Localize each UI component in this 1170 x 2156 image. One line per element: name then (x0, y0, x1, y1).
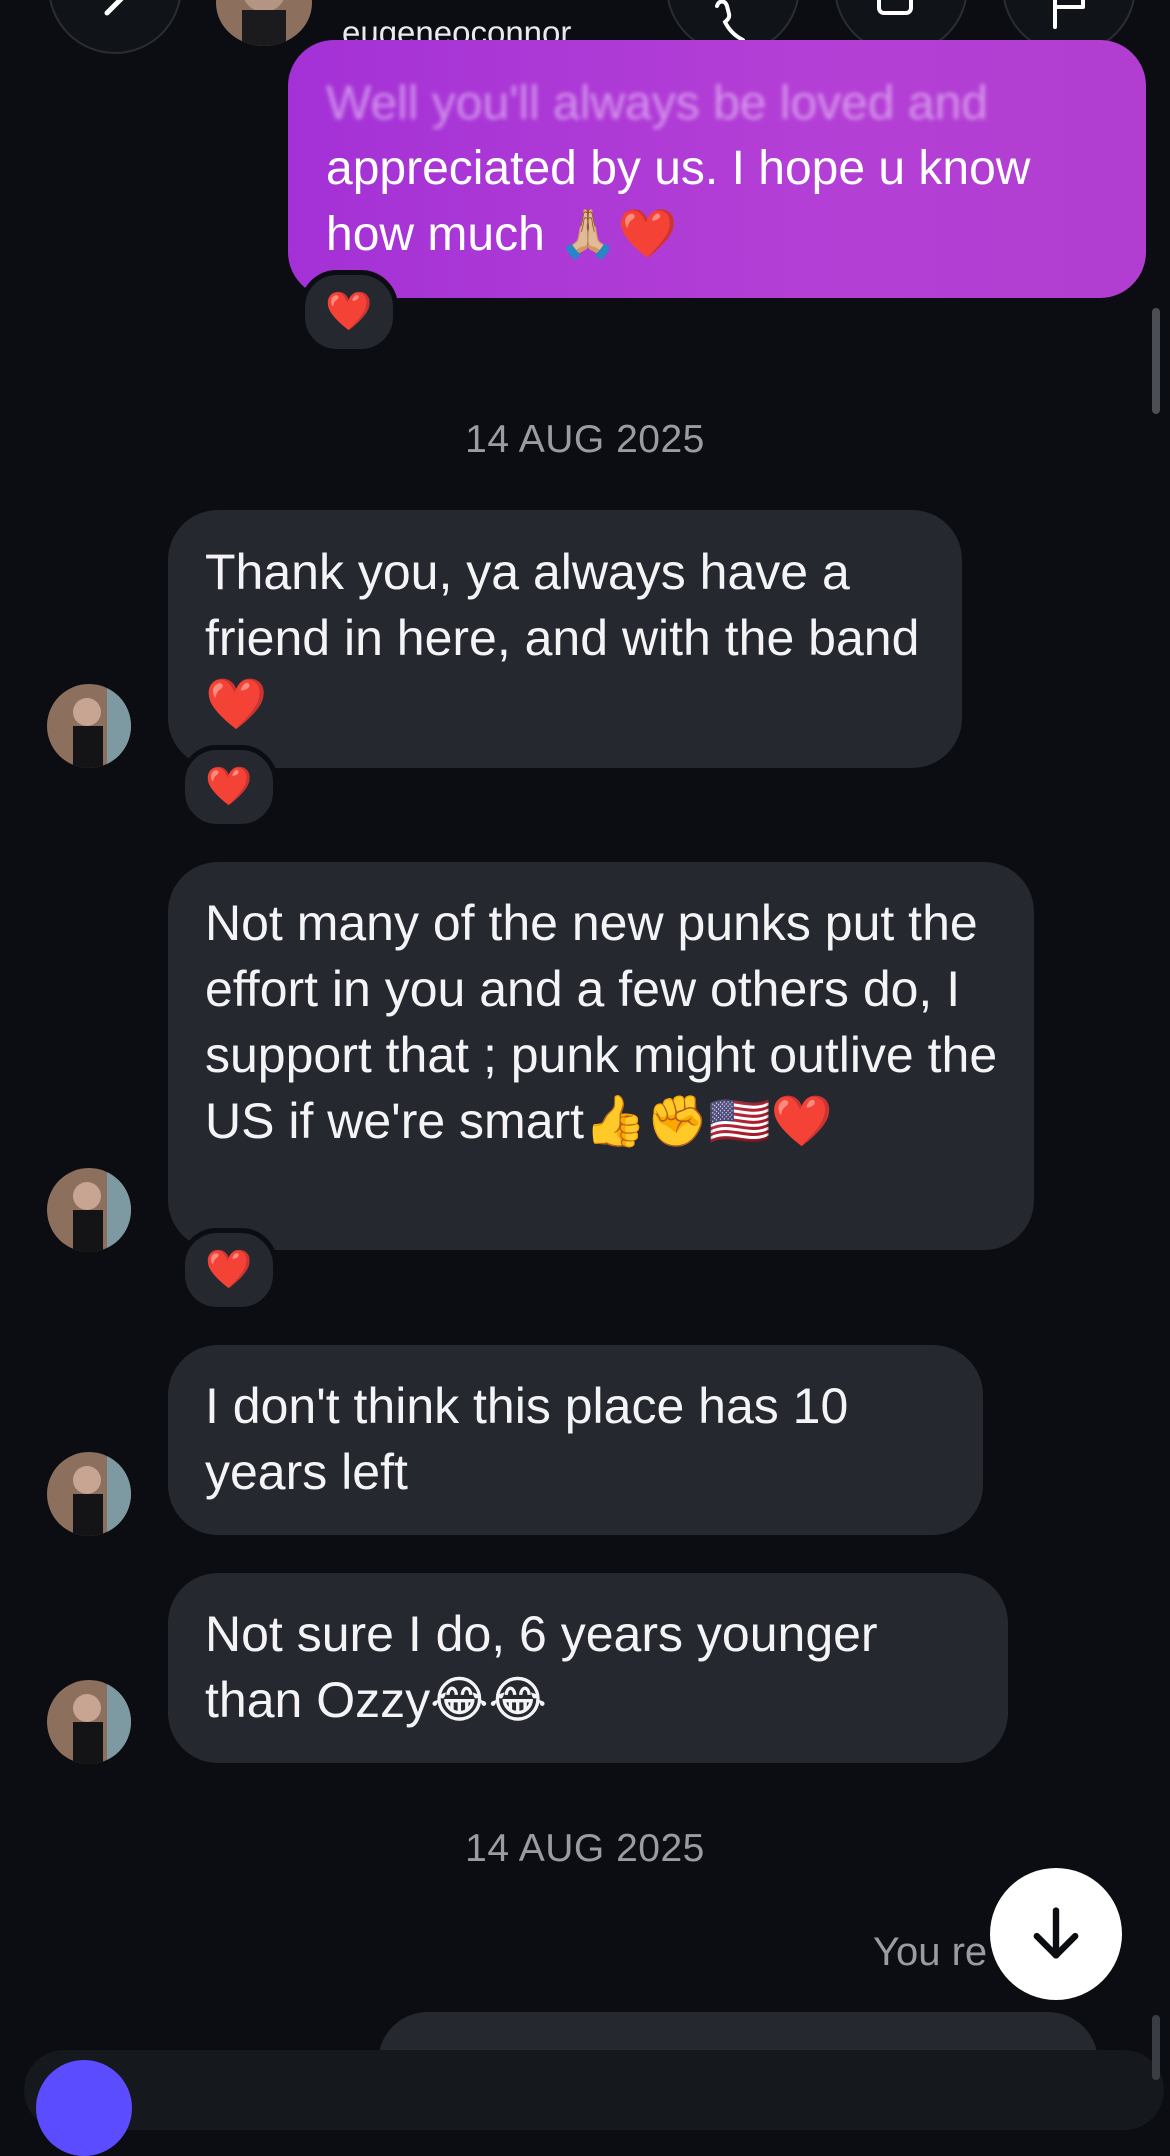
sender-avatar[interactable] (47, 684, 131, 768)
chevron-left-icon (104, 0, 124, 16)
outgoing-message-bubble[interactable]: Well you'll always be loved and apprecia… (288, 40, 1146, 298)
sender-avatar[interactable] (47, 1452, 131, 1536)
outgoing-message-text: appreciated by us. I hope u know how muc… (326, 142, 1031, 261)
incoming-message-text: Not sure I do, 6 years younger than Ozzy… (205, 1606, 878, 1728)
date-separator: 14 AUG 2025 (465, 1827, 705, 1870)
scroll-to-bottom-button[interactable] (990, 1868, 1122, 2000)
heart-reaction: ❤️ (205, 1249, 253, 1291)
date-separator: 14 AUG 2025 (465, 418, 705, 461)
sender-avatar[interactable] (47, 1680, 131, 1764)
outgoing-message-faded-line: Well you'll always be loved and (326, 77, 988, 130)
incoming-message-bubble[interactable]: I don't think this place has 10 years le… (168, 1345, 983, 1535)
heart-reaction: ❤️ (205, 766, 253, 808)
back-button[interactable] (48, 0, 182, 54)
incoming-message-bubble[interactable]: Not sure I do, 6 years younger than Ozzy… (168, 1573, 1008, 1763)
arrow-down-icon (1033, 1907, 1079, 1959)
reaction-badge[interactable]: ❤️ (180, 1228, 278, 1312)
incoming-message-text: Thank you, ya always have a friend in he… (205, 544, 920, 732)
scrollbar-thumb[interactable] (1152, 308, 1160, 414)
sender-avatar[interactable] (47, 1168, 131, 1252)
scrollbar-thumb-bottom[interactable] (1152, 2015, 1160, 2080)
you-replied-label: You re (873, 1930, 988, 1974)
heart-reaction: ❤️ (325, 291, 373, 333)
incoming-message-text: Not many of the new punks put the effort… (205, 895, 998, 1149)
camera-button[interactable] (36, 2060, 132, 2156)
message-composer[interactable] (24, 2050, 1164, 2130)
reaction-badge[interactable]: ❤️ (180, 745, 278, 829)
incoming-message-bubble[interactable]: Not many of the new punks put the effort… (168, 862, 1034, 1250)
incoming-message-text: I don't think this place has 10 years le… (205, 1378, 849, 1500)
incoming-message-bubble[interactable]: Thank you, ya always have a friend in he… (168, 510, 962, 768)
reaction-badge[interactable]: ❤️ (300, 270, 398, 354)
header-avatar[interactable] (216, 0, 312, 46)
